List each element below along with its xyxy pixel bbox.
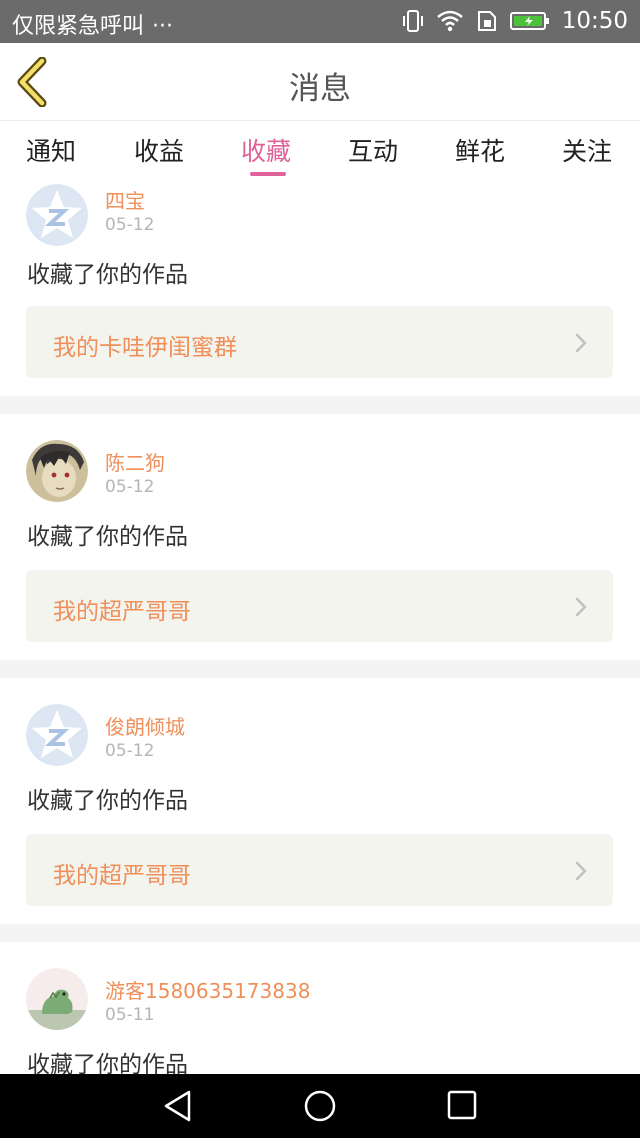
chevron-right-icon xyxy=(575,333,587,353)
activity-text: 收藏了你的作品 xyxy=(27,524,188,550)
timestamp: 05-12 xyxy=(105,215,155,235)
page-title: 消息 xyxy=(289,71,351,107)
divider xyxy=(0,660,640,678)
recents-square-icon[interactable] xyxy=(446,1089,478,1121)
tab-bar: 通知 收益 收藏 互动 鲜花 关注 xyxy=(0,122,640,182)
green-dinosaur-avatar-icon xyxy=(26,968,88,1030)
avatar[interactable] xyxy=(26,440,88,502)
app-header: 消息 xyxy=(0,43,640,121)
work-title: 我的卡哇伊闺蜜群 xyxy=(53,335,237,361)
user-name[interactable]: 游客1580635173838 xyxy=(105,975,310,1004)
activity-text: 收藏了你的作品 xyxy=(27,262,188,288)
tab-notifications[interactable]: 通知 xyxy=(26,132,76,168)
system-nav-bar xyxy=(0,1074,640,1138)
activity-text: 收藏了你的作品 xyxy=(27,1052,188,1074)
vibrate-icon xyxy=(402,9,424,33)
user-name[interactable]: 陈二狗 xyxy=(105,447,165,476)
anime-character-avatar-icon xyxy=(26,440,88,502)
tab-following[interactable]: 关注 xyxy=(562,132,612,168)
work-link[interactable]: 我的超严哥哥 xyxy=(26,570,613,642)
tab-earnings[interactable]: 收益 xyxy=(134,132,184,168)
default-avatar-icon xyxy=(26,704,88,766)
battery-charging-icon xyxy=(509,11,550,31)
chevron-right-icon xyxy=(575,861,587,881)
activity-text: 收藏了你的作品 xyxy=(27,788,188,814)
carrier-text: 仅限紧急呼叫 xyxy=(12,14,145,39)
list-item: 四宝 05-12 收藏了你的作品 我的卡哇伊闺蜜群 xyxy=(0,182,640,396)
sim-icon xyxy=(476,10,498,32)
tab-flowers[interactable]: 鲜花 xyxy=(455,132,505,168)
tab-interactions[interactable]: 互动 xyxy=(348,132,398,168)
clock: 10:50 xyxy=(561,8,628,34)
back-triangle-icon[interactable] xyxy=(162,1089,194,1123)
favorites-feed[interactable]: 四宝 05-12 收藏了你的作品 我的卡哇伊闺蜜群 陈二狗 05-12 收藏了你… xyxy=(0,182,640,1074)
work-link[interactable]: 我的卡哇伊闺蜜群 xyxy=(26,306,613,378)
more-notifications-indicator: ··· xyxy=(152,14,173,39)
status-bar: 仅限紧急呼叫 ··· 10:50 xyxy=(0,0,640,43)
avatar[interactable] xyxy=(26,704,88,766)
active-tab-indicator xyxy=(250,172,286,176)
list-item: 陈二狗 05-12 收藏了你的作品 我的超严哥哥 xyxy=(0,414,640,660)
list-item: 游客1580635173838 05-11 收藏了你的作品 xyxy=(0,942,640,1074)
work-title: 我的超严哥哥 xyxy=(53,863,191,889)
wifi-icon xyxy=(436,10,464,32)
user-name[interactable]: 俊朗倾城 xyxy=(105,711,185,740)
divider xyxy=(0,924,640,942)
work-link[interactable]: 我的超严哥哥 xyxy=(26,834,613,906)
timestamp: 05-11 xyxy=(105,1005,155,1025)
home-circle-icon[interactable] xyxy=(303,1089,337,1123)
chevron-right-icon xyxy=(575,597,587,617)
divider xyxy=(0,396,640,414)
timestamp: 05-12 xyxy=(105,741,155,761)
default-avatar-icon xyxy=(26,184,88,246)
tab-favorites[interactable]: 收藏 xyxy=(241,132,291,168)
avatar[interactable] xyxy=(26,968,88,1030)
user-name[interactable]: 四宝 xyxy=(105,185,145,214)
list-item: 俊朗倾城 05-12 收藏了你的作品 我的超严哥哥 xyxy=(0,678,640,924)
work-title: 我的超严哥哥 xyxy=(53,599,191,625)
avatar[interactable] xyxy=(26,184,88,246)
timestamp: 05-12 xyxy=(105,477,155,497)
